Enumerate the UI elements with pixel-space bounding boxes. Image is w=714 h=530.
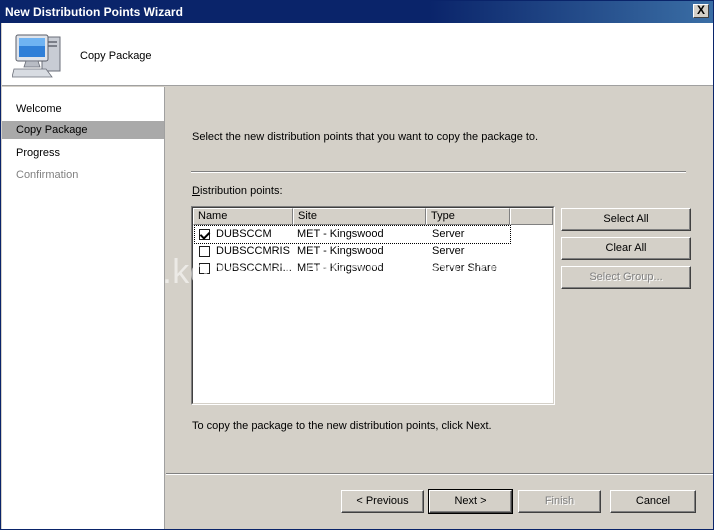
row-name: DUBSCCMRIS — [216, 245, 290, 257]
row-type: Server — [432, 245, 465, 257]
row-site: MET - Kingswood — [297, 245, 384, 257]
distribution-points-label: Distribution points: — [192, 185, 283, 197]
clear-all-button[interactable]: Clear All — [561, 237, 691, 260]
checkbox-checked[interactable] — [199, 229, 210, 240]
close-button[interactable]: X — [693, 4, 709, 18]
select-group-button: Select Group... — [561, 266, 691, 289]
step-copy-package[interactable]: Copy Package — [2, 121, 164, 139]
row-name: DUBSCCM — [216, 228, 272, 240]
row-name: DUBSCCMRI... — [216, 262, 292, 274]
row-type: Server — [432, 228, 465, 240]
window-title: New Distribution Points Wizard — [5, 5, 183, 19]
column-header-filler — [510, 208, 553, 225]
page-title: Copy Package — [80, 50, 152, 62]
step-welcome[interactable]: Welcome — [2, 100, 164, 118]
list-header: Name Site Type — [193, 208, 553, 225]
wizard-window: New Distribution Points Wizard X Copy Pa… — [0, 0, 714, 530]
previous-button[interactable]: < Previous — [341, 490, 424, 513]
list-item[interactable]: DUBSCCM MET - Kingswood Server — [194, 225, 511, 244]
list-item[interactable]: DUBSCCMRI... MET - Kingswood Server Shar… — [195, 260, 510, 277]
column-header-name[interactable]: Name — [193, 208, 293, 225]
footer-instruction: To copy the package to the new distribut… — [192, 420, 492, 432]
computer-monitor-icon — [12, 34, 61, 78]
column-header-site[interactable]: Site — [293, 208, 426, 225]
cancel-button[interactable]: Cancel — [610, 490, 696, 513]
row-site: MET - Kingswood — [297, 262, 384, 274]
list-frame: Name Site Type DUBSCCM MET - Kingswood S… — [192, 207, 554, 404]
step-confirmation: Confirmation — [16, 169, 79, 181]
row-site: MET - Kingswood — [297, 228, 384, 240]
distribution-points-list[interactable]: Name Site Type DUBSCCM MET - Kingswood S… — [191, 206, 555, 405]
finish-button: Finish — [518, 490, 601, 513]
step-progress[interactable]: Progress — [2, 144, 164, 162]
select-all-button[interactable]: Select All — [561, 208, 691, 231]
column-header-type[interactable]: Type — [426, 208, 510, 225]
divider — [166, 473, 713, 475]
divider — [191, 171, 686, 173]
checkbox[interactable] — [199, 263, 210, 274]
wizard-content: Select the new distribution points that … — [166, 87, 713, 529]
row-type: Server Share — [432, 262, 497, 274]
wizard-steps-sidebar: Welcome Copy Package Progress Confirmati… — [2, 87, 165, 529]
title-bar[interactable]: New Distribution Points Wizard X — [1, 1, 713, 23]
list-item[interactable]: DUBSCCMRIS MET - Kingswood Server — [195, 243, 510, 260]
next-button[interactable]: Next > — [428, 489, 513, 514]
checkbox[interactable] — [199, 246, 210, 257]
wizard-header: Copy Package — [2, 23, 713, 86]
instruction-text: Select the new distribution points that … — [192, 131, 539, 143]
